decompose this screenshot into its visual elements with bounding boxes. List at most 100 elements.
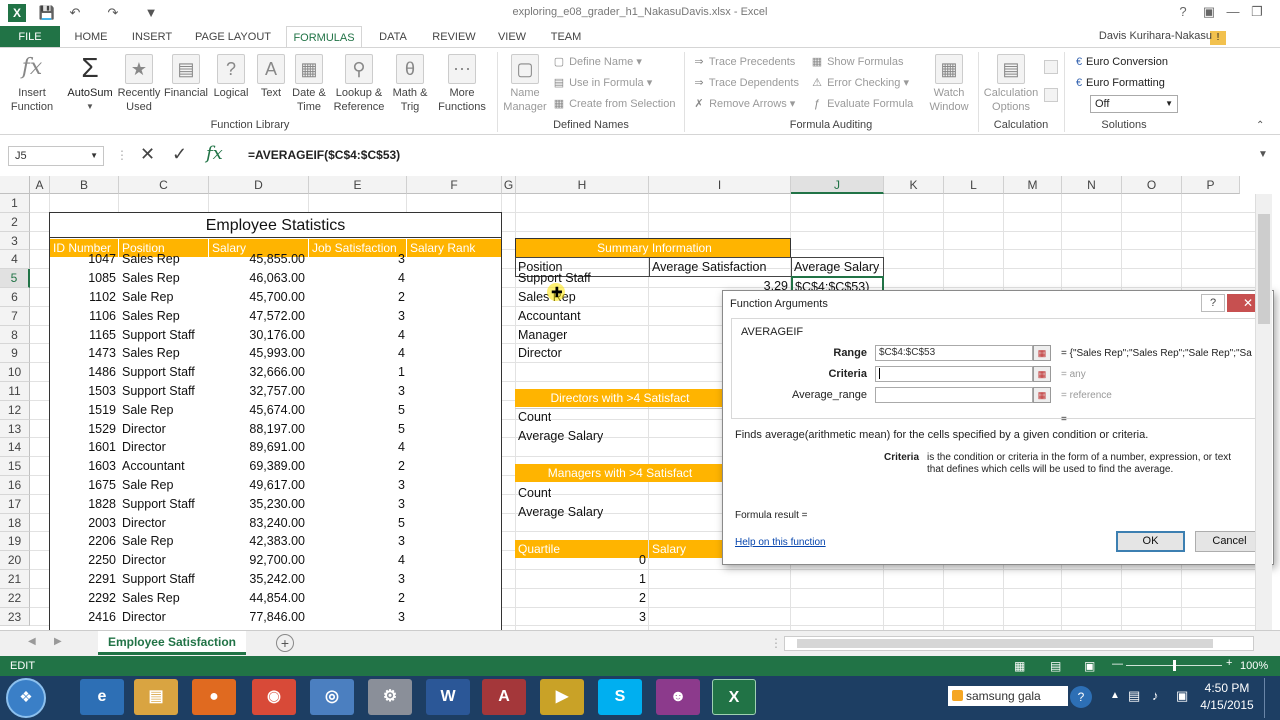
name-manager-button[interactable]: ▢ Name Manager xyxy=(502,54,548,114)
directors-count-label[interactable]: Count xyxy=(518,408,551,426)
chrome-icon[interactable]: ◉ xyxy=(252,679,296,715)
employee-cell[interactable]: Sale Rep xyxy=(122,288,210,306)
euro-formatting-button[interactable]: € Euro Formatting xyxy=(1072,75,1165,91)
employee-cell[interactable]: 3 xyxy=(309,307,405,325)
summary-position-3[interactable]: Manager xyxy=(518,326,567,344)
employee-cell[interactable]: 4 xyxy=(309,551,405,569)
employee-cell[interactable]: 2 xyxy=(309,288,405,306)
create-from-selection-button[interactable]: ▦ Create from Selection xyxy=(552,96,676,112)
employee-cell[interactable]: Director xyxy=(122,438,210,456)
drag-handle-icon[interactable]: ⋮ xyxy=(116,148,128,162)
cancel-button[interactable]: Cancel xyxy=(1195,531,1264,552)
add-sheet-icon[interactable]: + xyxy=(276,634,294,652)
ok-button[interactable]: OK xyxy=(1116,531,1185,552)
row-header-9[interactable]: 9 xyxy=(0,344,30,364)
tab-team[interactable]: TEAM xyxy=(546,26,586,48)
zoom-slider-thumb[interactable] xyxy=(1173,660,1176,671)
quartile-value[interactable]: 2 xyxy=(600,589,646,607)
sheet-tab-employee-satisfaction[interactable]: Employee Satisfaction xyxy=(98,631,246,655)
employee-cell[interactable]: Director xyxy=(122,551,210,569)
row-header-11[interactable]: 11 xyxy=(0,382,30,401)
evaluate-formula-button[interactable]: ƒ Evaluate Formula xyxy=(810,96,913,112)
name-box[interactable]: J5 ▼ xyxy=(8,146,104,166)
column-header-i[interactable]: I xyxy=(649,176,791,194)
employee-header-4[interactable]: Salary Rank xyxy=(407,239,501,257)
row-header-3[interactable]: 3 xyxy=(0,231,30,251)
column-header-a[interactable]: A xyxy=(30,176,50,194)
employee-cell[interactable]: 45,993.00 xyxy=(209,344,305,362)
column-header-p[interactable]: P xyxy=(1182,176,1240,194)
directors-avg-salary-label[interactable]: Average Salary xyxy=(518,427,603,445)
employee-cell[interactable]: 4 xyxy=(309,326,405,344)
employee-cell[interactable]: Sales Rep xyxy=(122,250,210,268)
text-button[interactable]: A Text xyxy=(254,54,288,100)
row-header-19[interactable]: 19 xyxy=(0,532,30,552)
employee-cell[interactable]: Support Staff xyxy=(122,495,210,513)
employee-cell[interactable]: 2 xyxy=(309,589,405,607)
logical-button[interactable]: ? Logical xyxy=(210,54,252,100)
employee-cell[interactable]: Sales Rep xyxy=(122,589,210,607)
employee-cell[interactable]: Director xyxy=(122,514,210,532)
row-header-23[interactable]: 23 xyxy=(0,607,30,627)
column-header-o[interactable]: O xyxy=(1122,176,1182,194)
horizontal-scroll-thumb[interactable] xyxy=(797,639,1213,648)
select-all-corner[interactable] xyxy=(0,176,30,194)
zoom-level[interactable]: 100% xyxy=(1240,660,1268,672)
euro-select[interactable]: Off ▼ xyxy=(1090,95,1178,113)
column-header-c[interactable]: C xyxy=(119,176,209,194)
employee-cell[interactable]: 92,700.00 xyxy=(209,551,305,569)
employee-cell[interactable]: 88,197.00 xyxy=(209,420,305,438)
employee-cell[interactable]: 42,383.00 xyxy=(209,532,305,550)
tab-view[interactable]: VIEW xyxy=(494,26,530,48)
power-icon[interactable]: ▣ xyxy=(1176,688,1188,704)
employee-cell[interactable]: 1601 xyxy=(50,438,116,456)
row-header-1[interactable]: 1 xyxy=(0,194,30,213)
employee-cell[interactable]: Sales Rep xyxy=(122,269,210,287)
expand-formula-bar-icon[interactable]: ▼ xyxy=(1258,149,1268,160)
employee-cell[interactable]: 4 xyxy=(309,344,405,362)
employee-cell[interactable]: 1529 xyxy=(50,420,116,438)
row-header-4[interactable]: 4 xyxy=(0,250,30,270)
tool-icon[interactable]: ⚙ xyxy=(368,679,412,715)
column-header-g[interactable]: G xyxy=(502,176,516,194)
summary-header-avg-salary[interactable]: Average Salary xyxy=(794,258,879,276)
help-icon[interactable]: ? xyxy=(1170,2,1196,22)
employee-cell[interactable]: 1503 xyxy=(50,382,116,400)
show-desktop-button[interactable] xyxy=(1264,678,1278,718)
employee-cell[interactable]: 1603 xyxy=(50,457,116,475)
trace-precedents-button[interactable]: ⇒ Trace Precedents xyxy=(692,54,795,70)
quartile-value[interactable]: 0 xyxy=(600,551,646,569)
employee-cell[interactable]: 47,572.00 xyxy=(209,307,305,325)
employee-cell[interactable]: 45,855.00 xyxy=(209,250,305,268)
presentation-icon[interactable]: ▶ xyxy=(540,679,584,715)
row-header-13[interactable]: 13 xyxy=(0,419,30,439)
autosum-button[interactable]: Σ AutoSum ▼ xyxy=(62,54,118,114)
use-in-formula-button[interactable]: ▤ Use in Formula ▾ xyxy=(552,75,652,91)
user-name[interactable]: Davis Kurihara-Nakasu xyxy=(1072,30,1212,42)
employee-cell[interactable]: 89,691.00 xyxy=(209,438,305,456)
date-time-button[interactable]: ▦ Date & Time xyxy=(288,54,330,114)
calculate-now-icon[interactable] xyxy=(1044,60,1058,74)
error-checking-button[interactable]: ⚠ Error Checking ▾ xyxy=(810,75,909,91)
row-header-12[interactable]: 12 xyxy=(0,400,30,420)
employee-cell[interactable]: 1828 xyxy=(50,495,116,513)
row-header-21[interactable]: 21 xyxy=(0,570,30,589)
remove-arrows-button[interactable]: ✗ Remove Arrows ▾ xyxy=(692,96,795,112)
employee-cell[interactable]: Director xyxy=(122,608,210,626)
column-header-d[interactable]: D xyxy=(209,176,309,194)
row-header-6[interactable]: 6 xyxy=(0,288,30,307)
employee-cell[interactable]: Sale Rep xyxy=(122,532,210,550)
recently-used-button[interactable]: ★ Recently Used xyxy=(116,54,162,114)
excel-taskbar-icon[interactable]: X xyxy=(712,679,756,715)
calculation-options-button[interactable]: ▤ Calculation Options xyxy=(980,54,1042,114)
math-trig-button[interactable]: θ Math & Trig xyxy=(388,54,432,114)
column-header-m[interactable]: M xyxy=(1004,176,1062,194)
tab-formulas[interactable]: FORMULAS xyxy=(286,26,362,48)
collapse-criteria-icon[interactable]: ▦ xyxy=(1033,366,1051,382)
managers-avg-salary-label[interactable]: Average Salary xyxy=(518,503,603,521)
clock-time[interactable]: 4:50 PM xyxy=(1200,681,1254,695)
employee-cell[interactable]: 4 xyxy=(309,438,405,456)
tray-expand-icon[interactable]: ▲ xyxy=(1110,690,1120,701)
zoom-out-icon[interactable]: — xyxy=(1112,658,1123,670)
volume-icon[interactable]: ♪ xyxy=(1152,688,1159,703)
